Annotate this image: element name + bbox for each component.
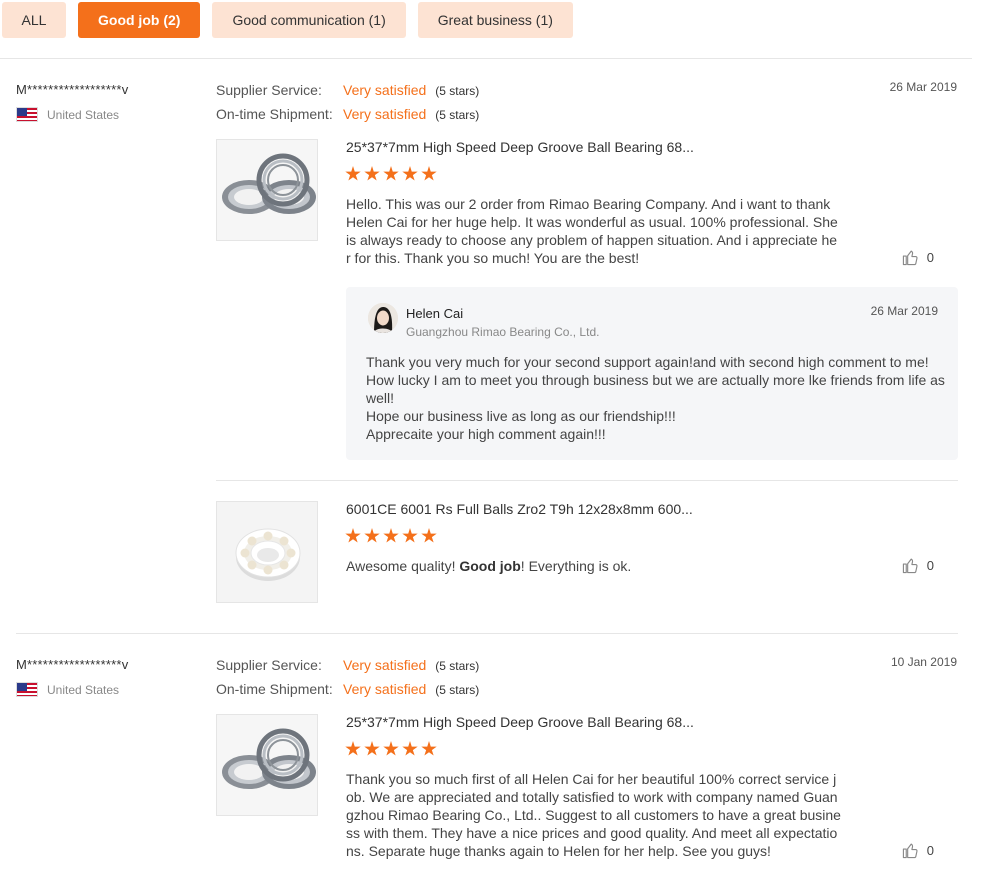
star-icon <box>383 741 399 756</box>
star-icon <box>364 741 380 756</box>
review-comment: Hello. This was our 2 order from Rimao B… <box>346 196 838 266</box>
supplier-service-value: Very satisfied <box>343 657 427 673</box>
ceramic-bearing-image <box>217 502 317 602</box>
country-label: United States <box>47 682 120 697</box>
like-button[interactable]: 0 <box>902 249 934 266</box>
product-title[interactable]: 6001CE 6001 Rs Full Balls Zro2 T9h 12x28… <box>346 501 693 517</box>
avatar <box>368 303 398 333</box>
review-item: 25*37*7mm High Speed Deep Groove Ball Be… <box>216 714 958 874</box>
comment-text: ! Everything is ok. <box>520 558 632 574</box>
star-icon <box>383 166 399 181</box>
shipment-rating: On-time Shipment: Very satisfied (5 star… <box>216 681 479 697</box>
shipment-value: Very satisfied <box>343 681 427 697</box>
reply-line: Thank you very much for your second supp… <box>366 354 929 370</box>
reply-line: How lucky I am to meet you through busin… <box>366 372 945 406</box>
filter-tabs: ALL Good job (2) Good communication (1) … <box>2 2 573 38</box>
supplier-service-stars: (5 stars) <box>435 84 480 98</box>
like-button[interactable]: 0 <box>902 557 934 574</box>
shipment-label: On-time Shipment: <box>216 681 333 697</box>
star-icon <box>402 166 418 181</box>
star-icon <box>364 528 380 543</box>
shipment-stars: (5 stars) <box>435 683 480 697</box>
review-item: 25*37*7mm High Speed Deep Groove Ball Be… <box>216 139 958 279</box>
tab-all[interactable]: ALL <box>2 2 66 38</box>
review-divider <box>16 633 958 634</box>
star-icon <box>402 741 418 756</box>
us-flag-icon <box>16 107 38 122</box>
reply-line: Hope our business live as long as our fr… <box>366 408 676 424</box>
shipment-label: On-time Shipment: <box>216 106 333 122</box>
like-count: 0 <box>926 558 934 573</box>
reply-text: Thank you very much for your second supp… <box>366 353 946 443</box>
supplier-service-rating: Supplier Service: Very satisfied (5 star… <box>216 657 479 673</box>
us-flag-icon <box>16 682 38 697</box>
review-comment: Awesome quality! Good job! Everything is… <box>346 557 841 575</box>
steel-bearing-image <box>217 140 317 240</box>
comment-highlight: Good job <box>459 558 521 574</box>
tab-good-communication[interactable]: Good communication (1) <box>212 2 406 38</box>
thumbs-up-icon <box>902 250 918 266</box>
reply-line: Apprecaite your high comment again!!! <box>366 426 606 442</box>
star-icon <box>383 528 399 543</box>
product-title[interactable]: 25*37*7mm High Speed Deep Groove Ball Be… <box>346 714 694 730</box>
tabs-divider <box>0 58 972 59</box>
like-count: 0 <box>926 843 934 858</box>
supplier-service-value: Very satisfied <box>343 82 427 98</box>
supplier-service-rating: Supplier Service: Very satisfied (5 star… <box>216 82 479 98</box>
item-divider <box>216 480 958 481</box>
item-star-rating <box>345 166 437 182</box>
supplier-service-label: Supplier Service: <box>216 82 322 98</box>
buyer-name: M******************v <box>16 82 129 97</box>
product-thumbnail[interactable] <box>216 714 318 816</box>
item-star-rating <box>345 528 437 544</box>
reply-author-name: Helen Cai <box>406 306 464 321</box>
tab-good-job[interactable]: Good job (2) <box>78 2 201 38</box>
comment-text: Awesome quality! <box>346 558 460 574</box>
reply-company: Guangzhou Rimao Bearing Co., Ltd. <box>406 325 600 339</box>
product-thumbnail[interactable] <box>216 501 318 603</box>
star-icon <box>421 528 437 543</box>
supplier-service-stars: (5 stars) <box>435 659 480 673</box>
reply-date: 26 Mar 2019 <box>870 304 938 318</box>
like-count: 0 <box>926 250 934 265</box>
review-date: 10 Jan 2019 <box>890 655 957 669</box>
review-date: 26 Mar 2019 <box>889 80 957 94</box>
shipment-rating: On-time Shipment: Very satisfied (5 star… <box>216 106 479 122</box>
buyer-country: United States <box>16 682 119 697</box>
supplier-service-label: Supplier Service: <box>216 657 322 673</box>
review-item: 6001CE 6001 Rs Full Balls Zro2 T9h 12x28… <box>216 501 958 603</box>
buyer-country: United States <box>16 107 119 122</box>
thumbs-up-icon <box>902 843 918 859</box>
star-icon <box>364 166 380 181</box>
star-icon <box>345 166 361 181</box>
star-icon <box>345 741 361 756</box>
supplier-reply: Helen Cai Guangzhou Rimao Bearing Co., L… <box>346 287 958 460</box>
item-star-rating <box>345 741 437 757</box>
star-icon <box>402 528 418 543</box>
country-label: United States <box>47 107 120 122</box>
thumbs-up-icon <box>902 558 918 574</box>
shipment-stars: (5 stars) <box>435 108 480 122</box>
buyer-name: M******************v <box>16 657 129 672</box>
review-comment: Thank you so much first of all Helen Cai… <box>346 771 841 859</box>
steel-bearing-image <box>217 715 317 815</box>
product-title[interactable]: 25*37*7mm High Speed Deep Groove Ball Be… <box>346 139 694 155</box>
tab-great-business[interactable]: Great business (1) <box>417 2 573 38</box>
product-thumbnail[interactable] <box>216 139 318 241</box>
star-icon <box>421 741 437 756</box>
star-icon <box>345 528 361 543</box>
avatar-image <box>368 303 398 333</box>
shipment-value: Very satisfied <box>343 106 427 122</box>
like-button[interactable]: 0 <box>902 842 934 859</box>
star-icon <box>421 166 437 181</box>
